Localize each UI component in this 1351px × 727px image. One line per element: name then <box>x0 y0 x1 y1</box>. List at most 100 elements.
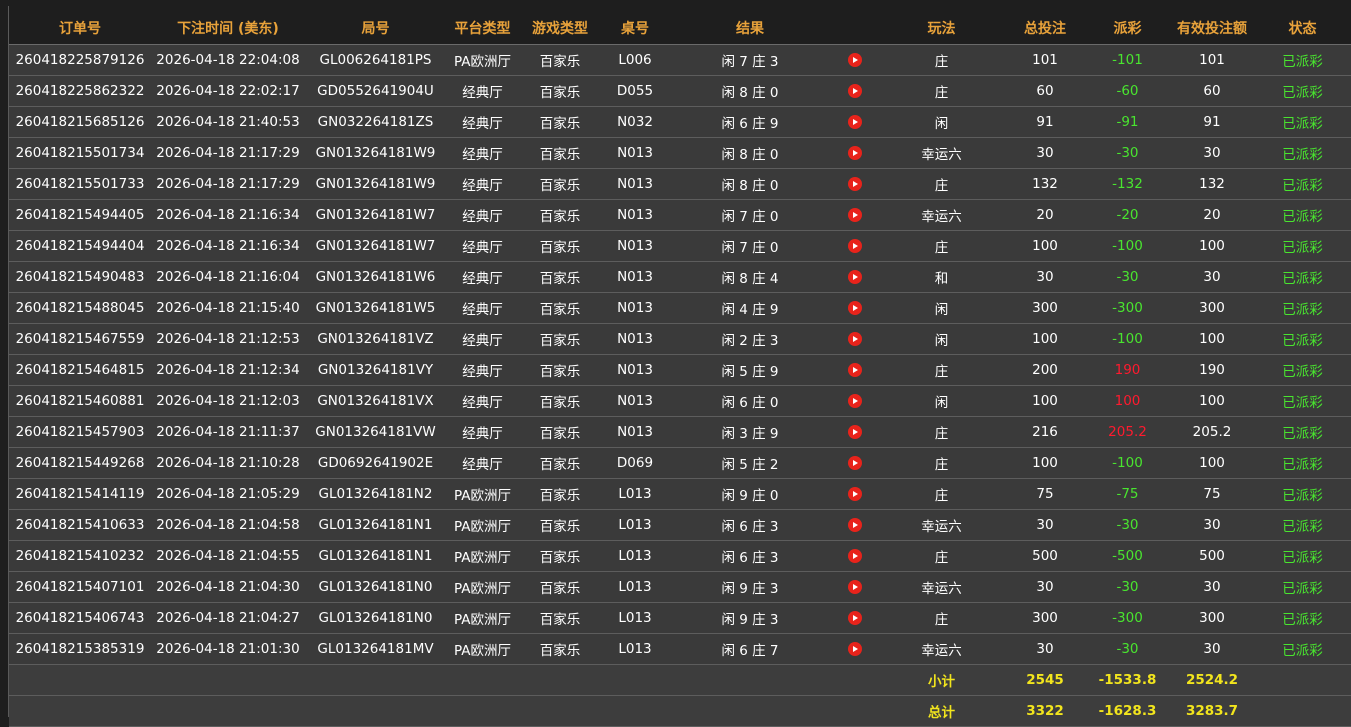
cell-status: 已派彩 <box>1254 137 1351 169</box>
table-row: 260418215501734 2026-04-18 21:17:29 GN0132… <box>9 137 1351 169</box>
cell-payout: -30 <box>1085 633 1170 665</box>
cell-bet-time: 2026-04-18 21:01:30 <box>151 633 305 665</box>
play-video-icon[interactable] <box>847 611 862 625</box>
cell-total-bet: 30 <box>1005 633 1085 665</box>
cell-status: 已派彩 <box>1254 602 1351 634</box>
cell-video <box>831 447 878 479</box>
header-payout: 派彩 <box>1085 12 1170 45</box>
cell-table-no: N013 <box>601 199 669 231</box>
cell-video <box>831 292 878 324</box>
cell-table-no: L013 <box>601 633 669 665</box>
total-total-bet: 3322 <box>1005 695 1085 727</box>
play-video-icon[interactable] <box>847 84 862 98</box>
cell-status: 已派彩 <box>1254 478 1351 510</box>
cell-valid-bet: 30 <box>1170 261 1254 293</box>
cell-play-type: 庄 <box>878 478 1005 510</box>
cell-round-id: GL013264181N1 <box>305 509 446 541</box>
cell-game-type: 百家乐 <box>519 230 601 262</box>
play-video-icon[interactable] <box>847 487 862 501</box>
cell-bet-time: 2026-04-18 21:12:03 <box>151 385 305 417</box>
play-video-icon[interactable] <box>847 518 862 532</box>
cell-round-id: GD0692641902E <box>305 447 446 479</box>
table-row: 260418215467559 2026-04-18 21:12:53 GN0132… <box>9 323 1351 355</box>
play-video-icon[interactable] <box>847 642 862 656</box>
cell-platform: PA欧洲厅 <box>446 602 519 634</box>
cell-round-id: GD0552641904U <box>305 75 446 107</box>
play-video-icon[interactable] <box>847 53 862 67</box>
table-row: 260418215494404 2026-04-18 21:16:34 GN0132… <box>9 230 1351 262</box>
cell-result: 闲 9 庄 3 <box>669 602 831 634</box>
cell-play-type: 庄 <box>878 354 1005 386</box>
cell-video <box>831 168 878 200</box>
play-video-icon[interactable] <box>847 394 862 408</box>
cell-total-bet: 30 <box>1005 261 1085 293</box>
cell-table-no: L013 <box>601 509 669 541</box>
cell-table-no: N013 <box>601 168 669 200</box>
header-order-id: 订单号 <box>9 12 151 45</box>
cell-payout: -30 <box>1085 137 1170 169</box>
cell-platform: 经典厅 <box>446 323 519 355</box>
cell-result: 闲 3 庄 9 <box>669 416 831 448</box>
cell-play-type: 幸运六 <box>878 633 1005 665</box>
play-video-icon[interactable] <box>847 146 862 160</box>
cell-valid-bet: 100 <box>1170 447 1254 479</box>
play-video-icon[interactable] <box>847 239 862 253</box>
table-row: 260418215457903 2026-04-18 21:11:37 GN0132… <box>9 416 1351 448</box>
cell-video <box>831 509 878 541</box>
cell-play-type: 幸运六 <box>878 199 1005 231</box>
cell-platform: PA欧洲厅 <box>446 571 519 603</box>
cell-total-bet: 500 <box>1005 540 1085 572</box>
play-video-icon[interactable] <box>847 177 862 191</box>
cell-valid-bet: 30 <box>1170 633 1254 665</box>
play-video-icon[interactable] <box>847 580 862 594</box>
cell-platform: PA欧洲厅 <box>446 478 519 510</box>
cell-bet-time: 2026-04-18 21:04:55 <box>151 540 305 572</box>
cell-table-no: N013 <box>601 292 669 324</box>
cell-platform: 经典厅 <box>446 416 519 448</box>
header-result: 结果 <box>669 12 831 45</box>
cell-total-bet: 91 <box>1005 106 1085 138</box>
play-video-icon[interactable] <box>847 208 862 222</box>
play-video-icon[interactable] <box>847 332 862 346</box>
subtotal-total-bet: 2545 <box>1005 664 1085 696</box>
cell-order-id: 260418215685126 <box>9 106 151 138</box>
cell-payout: -300 <box>1085 602 1170 634</box>
cell-status: 已派彩 <box>1254 633 1351 665</box>
cell-bet-time: 2026-04-18 21:12:34 <box>151 354 305 386</box>
subtotal-label: 小计 <box>878 664 1005 696</box>
cell-order-id: 260418215414119 <box>9 478 151 510</box>
subtotal-status-spacer <box>1254 664 1351 696</box>
cell-table-no: N013 <box>601 385 669 417</box>
play-video-icon[interactable] <box>847 363 862 377</box>
cell-video <box>831 416 878 448</box>
cell-play-type: 闲 <box>878 323 1005 355</box>
cell-result: 闲 6 庄 7 <box>669 633 831 665</box>
play-video-icon[interactable] <box>847 270 862 284</box>
play-video-icon[interactable] <box>847 115 862 129</box>
play-video-icon[interactable] <box>847 549 862 563</box>
cell-round-id: GN013264181W6 <box>305 261 446 293</box>
table-row: 260418215406743 2026-04-18 21:04:27 GL0132… <box>9 602 1351 634</box>
table-row: 260418215501733 2026-04-18 21:17:29 GN0132… <box>9 168 1351 200</box>
cell-result: 闲 4 庄 9 <box>669 292 831 324</box>
play-video-icon[interactable] <box>847 425 862 439</box>
cell-table-no: D055 <box>601 75 669 107</box>
cell-round-id: GL013264181N2 <box>305 478 446 510</box>
header-valid-bet: 有效投注额 <box>1170 12 1254 45</box>
cell-platform: PA欧洲厅 <box>446 540 519 572</box>
cell-video <box>831 75 878 107</box>
total-spacer <box>9 695 878 727</box>
cell-total-bet: 100 <box>1005 323 1085 355</box>
cell-platform: 经典厅 <box>446 199 519 231</box>
cell-valid-bet: 30 <box>1170 137 1254 169</box>
cell-result: 闲 5 庄 9 <box>669 354 831 386</box>
table-row: 260418225879126 2026-04-18 22:04:08 GL0062… <box>9 44 1351 76</box>
cell-bet-time: 2026-04-18 21:04:27 <box>151 602 305 634</box>
cell-game-type: 百家乐 <box>519 261 601 293</box>
cell-result: 闲 7 庄 3 <box>669 44 831 76</box>
play-video-icon[interactable] <box>847 301 862 315</box>
cell-play-type: 庄 <box>878 168 1005 200</box>
cell-order-id: 260418215457903 <box>9 416 151 448</box>
cell-game-type: 百家乐 <box>519 540 601 572</box>
play-video-icon[interactable] <box>847 456 862 470</box>
